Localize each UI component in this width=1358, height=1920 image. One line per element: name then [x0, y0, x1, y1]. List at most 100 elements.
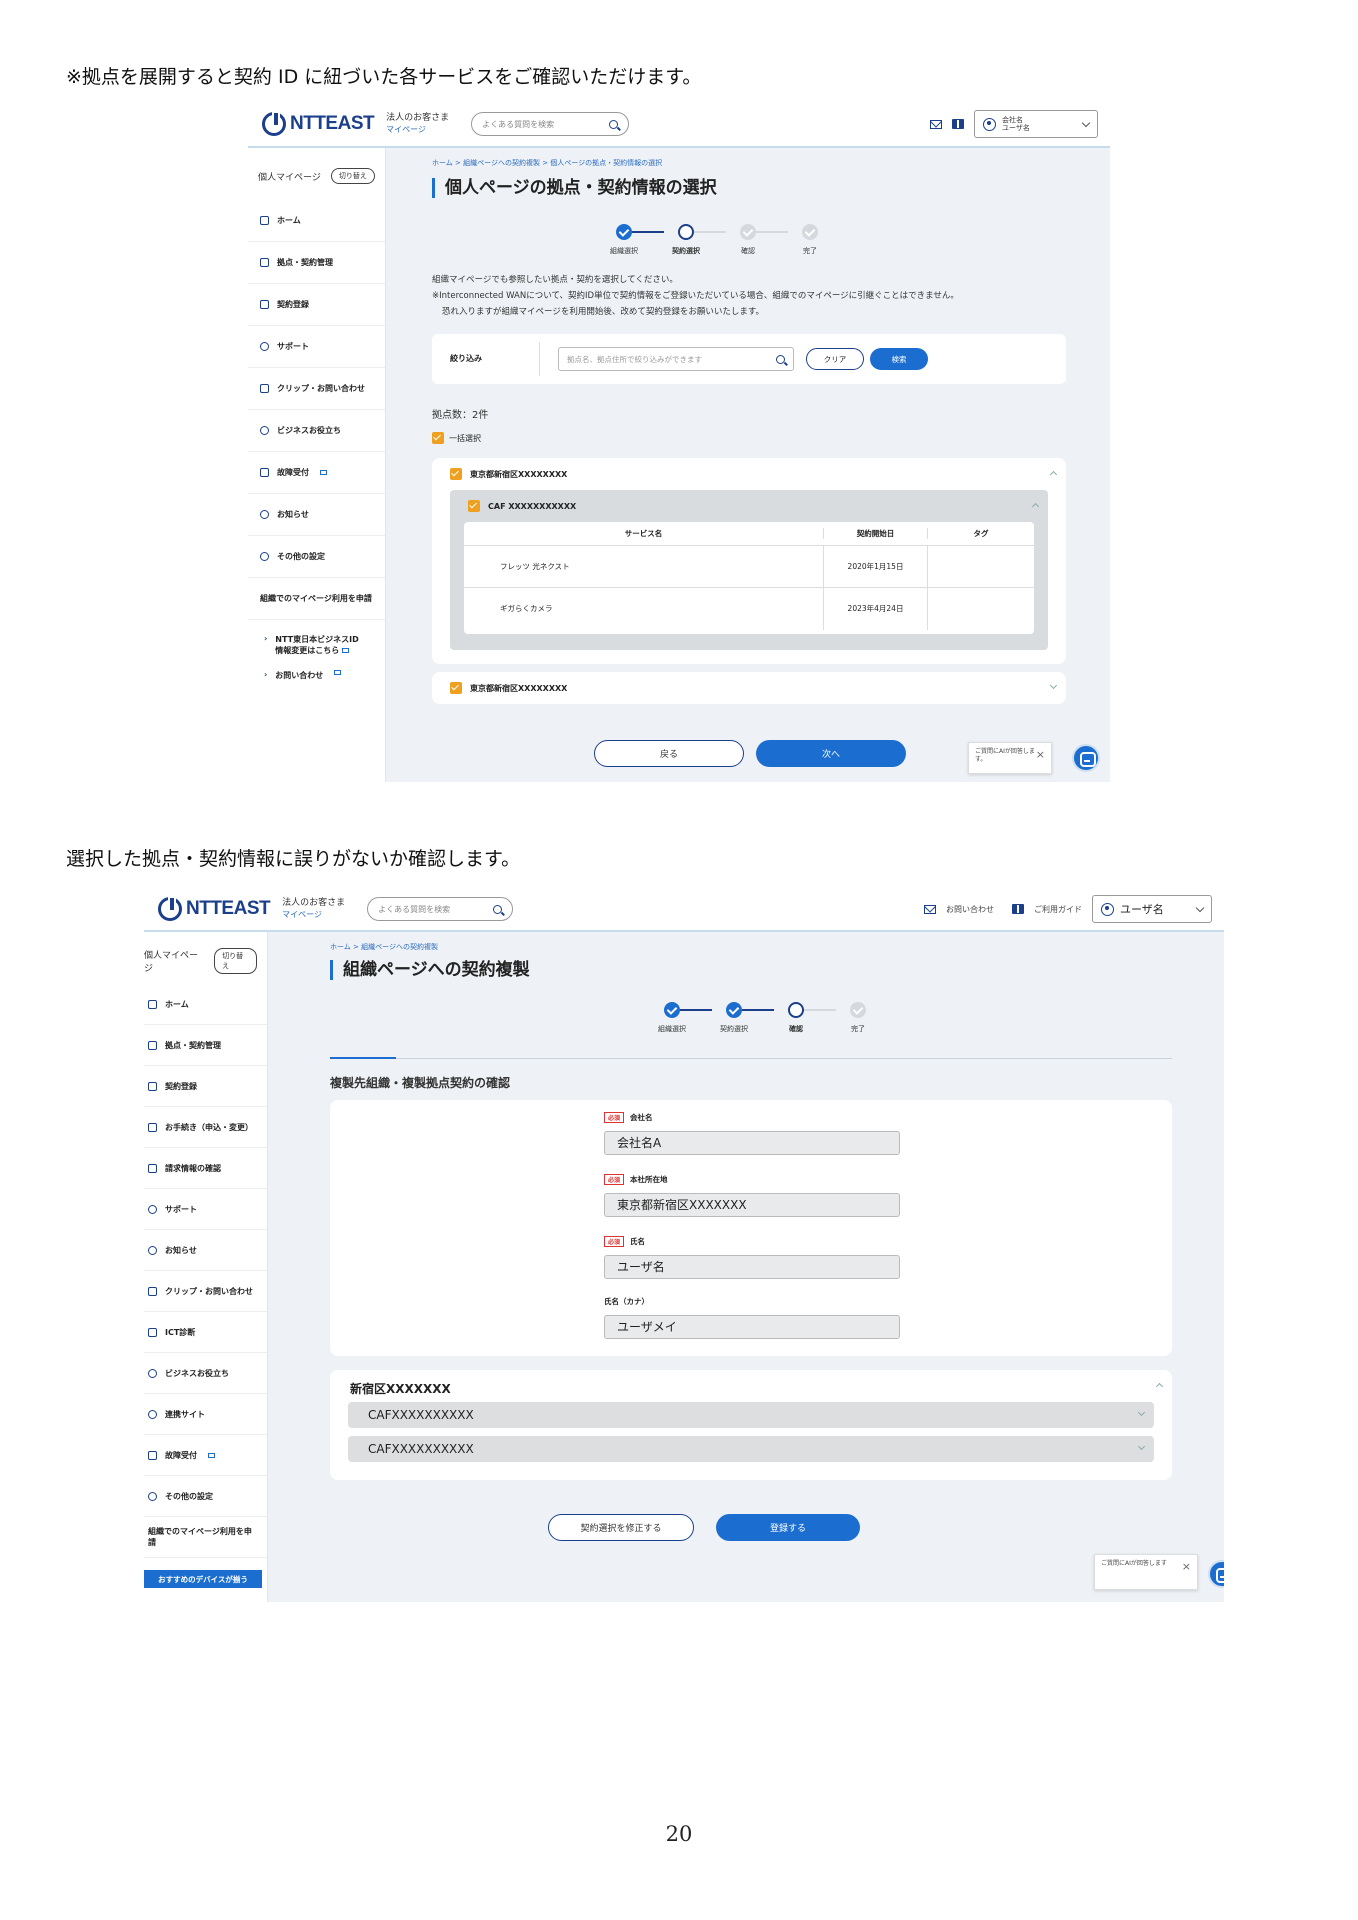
invoice-icon	[148, 1163, 157, 1173]
fix-contract-selection-button[interactable]: 契約選択を修正する	[548, 1514, 694, 1541]
chevron-up-icon[interactable]	[1031, 502, 1040, 511]
contract-row[interactable]: CAFXXXXXXXXXX	[348, 1402, 1154, 1428]
sidebar-item-support[interactable]: サポート	[144, 1189, 267, 1230]
sidebar-item-home[interactable]: ホーム	[248, 200, 385, 242]
external-link-icon	[320, 470, 327, 475]
sidebar-item-clip[interactable]: クリップ・お問い合わせ	[144, 1271, 267, 1312]
page-title: 組織ページへの契約複製	[330, 960, 530, 980]
user-menu[interactable]: 会社名 ユーザ名	[974, 110, 1098, 138]
mail-icon[interactable]	[924, 904, 936, 914]
sidebar-item-business[interactable]: ビジネスお役立ち	[144, 1353, 267, 1394]
progress-stepper: 組織選択 契約選択 確認 完了	[594, 224, 818, 256]
ntt-east-logo[interactable]: NTTEAST	[262, 111, 375, 136]
sidebar-item-failure[interactable]: 故障受付	[144, 1435, 267, 1476]
chevron-up-icon[interactable]	[1155, 1382, 1164, 1391]
search-icon[interactable]	[493, 904, 503, 914]
chatbot-icon[interactable]	[1208, 1560, 1224, 1588]
clear-button[interactable]: クリア	[806, 348, 864, 370]
sidebar-item-procedures[interactable]: お手続き（申込・変更）	[144, 1107, 267, 1148]
document-icon	[148, 1122, 157, 1132]
sidebar-item-settings[interactable]: その他の設定	[144, 1476, 267, 1517]
check-icon	[616, 224, 632, 240]
sidebar-item-clip[interactable]: クリップ・お問い合わせ	[248, 368, 385, 410]
site-header: NTTEAST 法人のお客さま マイページ よくある質問を検索 お問い合わせ ご利…	[144, 888, 1224, 932]
ai-chat-tooltip[interactable]: ご質問にAIが回答します。 ×	[968, 742, 1052, 774]
close-icon[interactable]: ×	[1182, 1561, 1191, 1572]
faq-search-input[interactable]: よくある質問を検索	[367, 897, 514, 921]
register-icon	[148, 1081, 157, 1091]
back-button[interactable]: 戻る	[594, 740, 744, 767]
sidebar-item-news[interactable]: お知らせ	[144, 1230, 267, 1271]
sidebar-item-business[interactable]: ビジネスお役立ち	[248, 410, 385, 452]
sidebar-item-failure[interactable]: 故障受付	[248, 452, 385, 494]
filter-input[interactable]: 拠点名、拠点住所で絞り込みができます	[558, 347, 794, 371]
support-icon	[148, 1204, 157, 1214]
business-id-link[interactable]: › NTT東日本ビジネスID 情報変更はこちら	[248, 634, 385, 656]
ai-chat-tooltip[interactable]: ご質問にAIが回答します ×	[1094, 1554, 1198, 1590]
filter-panel: 絞り込み 拠点名、拠点住所で絞り込みができます クリア 検索	[432, 334, 1066, 384]
chevron-down-icon[interactable]	[1049, 681, 1058, 690]
search-icon[interactable]	[609, 119, 619, 129]
folder-icon	[260, 258, 269, 267]
home-icon	[148, 999, 157, 1009]
folder-icon	[148, 1040, 157, 1050]
sidebar-item-billing[interactable]: 請求情報の確認	[144, 1148, 267, 1189]
contact-link[interactable]: お問い合わせ	[946, 904, 994, 915]
sidebar-item-apply-org[interactable]: 組織でのマイページ利用を申請	[144, 1517, 267, 1558]
external-link-icon	[208, 1452, 215, 1458]
field-address: 必須 本社所在地 東京都新宿区XXXXXXX	[604, 1174, 900, 1217]
sidebar-item-ict[interactable]: ICT診断	[144, 1312, 267, 1353]
switch-button[interactable]: 切り替え	[330, 168, 375, 184]
caf-group: CAF XXXXXXXXXXX サービス名 契約開始日 タグ フレッツ 光ネクス…	[450, 490, 1048, 650]
ntt-east-logo[interactable]: NTTEAST	[158, 896, 271, 921]
sidebar-item-news[interactable]: お知らせ	[248, 494, 385, 536]
chevron-down-icon	[1081, 118, 1091, 127]
sidebar-item-home[interactable]: ホーム	[144, 984, 267, 1025]
caf-1-header[interactable]: CAF XXXXXXXXXXX	[468, 500, 576, 512]
search-button[interactable]: 検索	[870, 348, 928, 370]
guide-book-icon[interactable]	[1012, 904, 1024, 914]
close-icon[interactable]: ×	[1036, 749, 1045, 760]
check-icon	[726, 1002, 742, 1018]
gear-icon	[260, 552, 269, 561]
sidebar-item-contract-register[interactable]: 契約登録	[144, 1066, 267, 1107]
sidebar-item-sites[interactable]: 拠点・契約管理	[144, 1025, 267, 1066]
user-menu[interactable]: ユーザ名	[1092, 895, 1212, 923]
home-icon	[260, 216, 269, 225]
required-badge: 必須	[604, 1236, 625, 1247]
chevron-up-icon[interactable]	[1049, 470, 1058, 479]
page-title: 個人ページの拠点・契約情報の選択	[432, 178, 717, 198]
chatbot-icon[interactable]	[1072, 744, 1100, 772]
sidebar-item-apply-org[interactable]: 組織でのマイページ利用を申請	[248, 578, 385, 620]
sidebar-item-linked-sites[interactable]: 連携サイト	[144, 1394, 267, 1435]
select-all-checkbox[interactable]: 一括選択	[432, 432, 481, 444]
site-card-2[interactable]: 東京都新宿区XXXXXXXX	[432, 672, 1066, 704]
checkbox-icon	[468, 500, 480, 512]
globe-icon	[148, 1409, 157, 1419]
contact-link[interactable]: › お問い合わせ	[248, 670, 385, 681]
field-name: 必須 氏名 ユーザ名	[604, 1236, 900, 1279]
breadcrumb[interactable]: ホーム > 組織ページへの契約複製	[330, 942, 438, 952]
switch-button[interactable]: 切り替え	[214, 948, 257, 974]
register-button[interactable]: 登録する	[716, 1514, 860, 1541]
company-field: 会社名A	[604, 1131, 900, 1155]
device-banner-button[interactable]: おすすめのデバイスが揃う	[144, 1570, 262, 1588]
sidebar-item-sites[interactable]: 拠点・契約管理	[248, 242, 385, 284]
mail-icon[interactable]	[930, 119, 942, 129]
contract-row[interactable]: CAFXXXXXXXXXX	[348, 1436, 1154, 1462]
breadcrumb[interactable]: ホーム > 組織ページへの契約複製 > 個人ページの拠点・契約情報の選択	[432, 158, 662, 168]
sidebar-item-contract-register[interactable]: 契約登録	[248, 284, 385, 326]
name-kana-field: ユーザメイ	[604, 1315, 900, 1339]
site-1-header[interactable]: 東京都新宿区XXXXXXXX	[450, 468, 567, 480]
main-content: ホーム > 組織ページへの契約複製 > 個人ページの拠点・契約情報の選択 個人ペ…	[386, 148, 1110, 782]
sidebar-item-settings[interactable]: その他の設定	[248, 536, 385, 578]
guide-book-icon[interactable]	[952, 119, 964, 129]
page-number: 20	[665, 1822, 693, 1846]
sidebar-item-support[interactable]: サポート	[248, 326, 385, 368]
faq-search-input[interactable]: よくある質問を検索	[471, 112, 630, 136]
next-button[interactable]: 次へ	[756, 740, 906, 767]
user-icon	[983, 117, 996, 131]
warning-icon	[148, 1450, 157, 1460]
guide-link[interactable]: ご利用ガイド	[1034, 904, 1082, 915]
site-name[interactable]: 新宿区XXXXXXX	[350, 1380, 451, 1397]
